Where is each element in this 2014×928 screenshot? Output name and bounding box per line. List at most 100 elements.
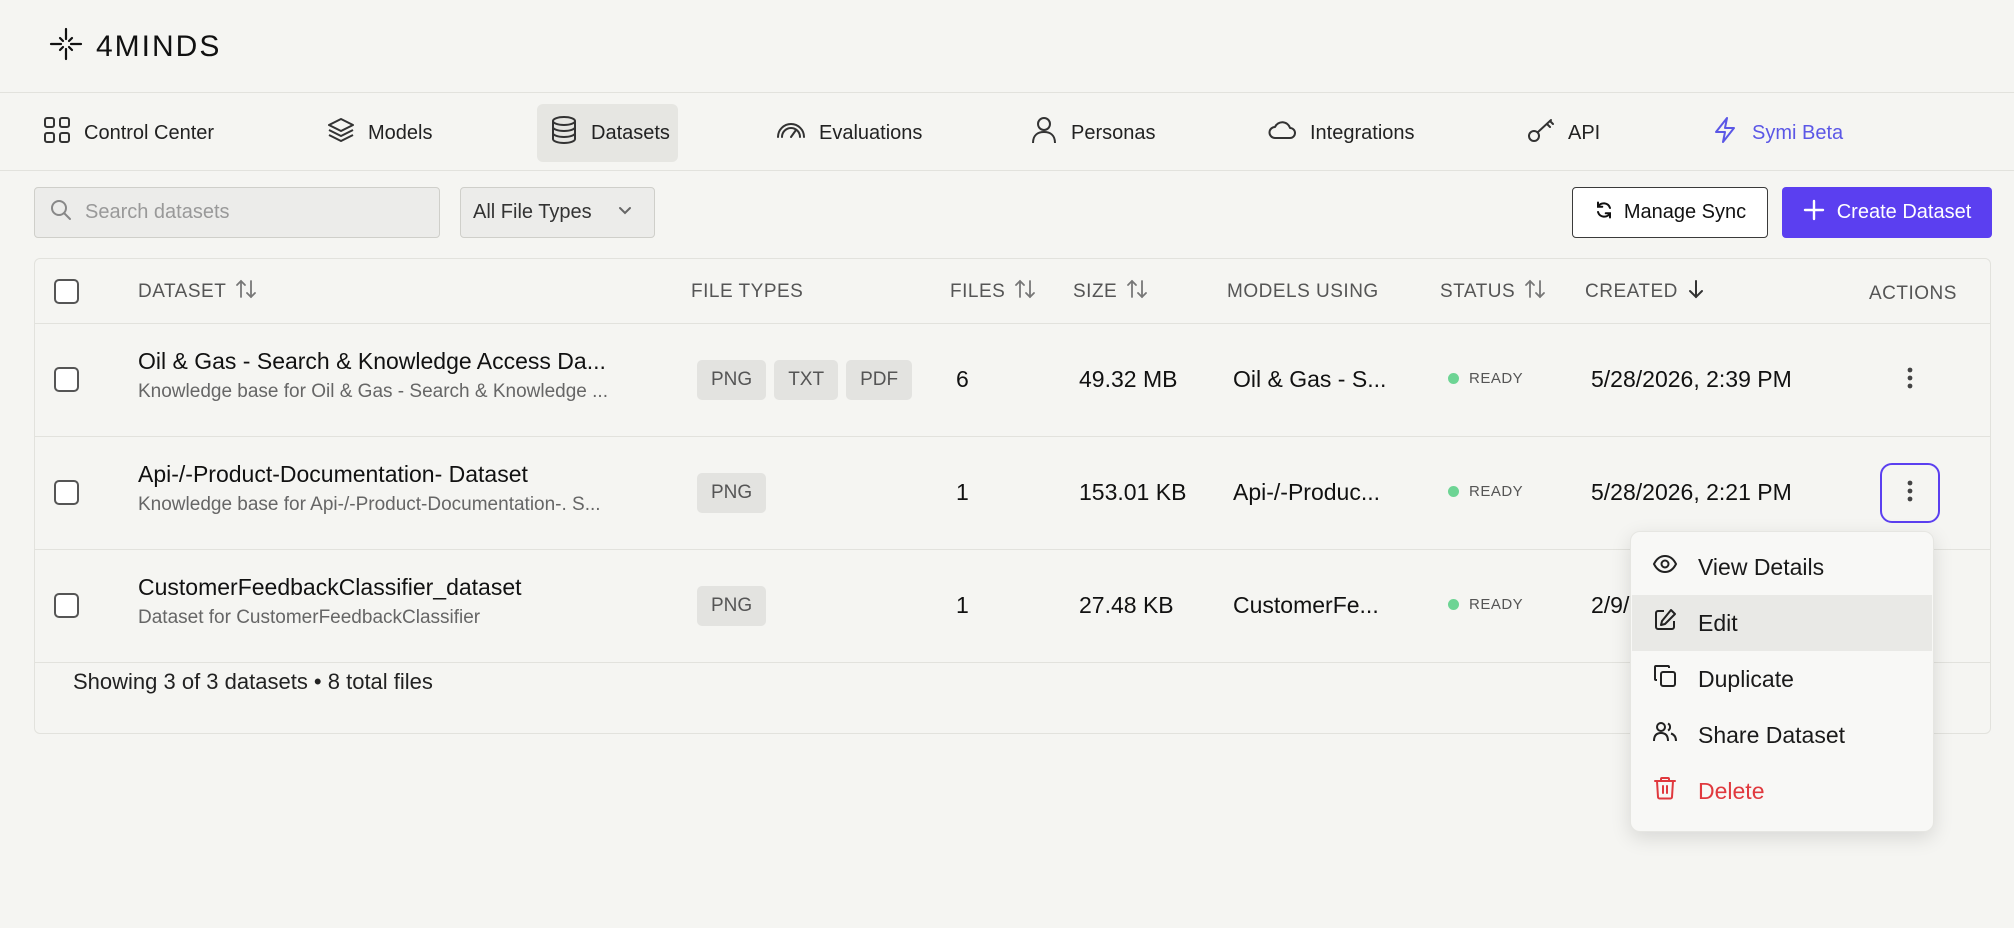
row-actions-menu: View Details Edit Duplicate Share Datase… <box>1630 531 1934 832</box>
lightning-icon <box>1710 115 1740 151</box>
search-input[interactable] <box>85 201 425 224</box>
manage-sync-button[interactable]: Manage Sync <box>1572 187 1768 238</box>
logo[interactable]: 4MINDS <box>48 26 221 67</box>
column-header-created[interactable]: CREATED <box>1585 259 1706 324</box>
file-type-select[interactable]: All File Types <box>460 187 655 238</box>
menu-item-label: Edit <box>1698 609 1738 636</box>
plus-icon <box>1803 199 1825 227</box>
nav-item-models[interactable]: Models <box>314 104 444 162</box>
nav-label: Integrations <box>1310 121 1415 144</box>
menu-item-edit[interactable]: Edit <box>1632 595 1932 651</box>
sparkle-logo-icon <box>48 26 84 67</box>
select-all-checkbox[interactable] <box>54 279 79 304</box>
column-header-label: STATUS <box>1440 280 1516 302</box>
sort-icon <box>1523 278 1547 306</box>
grid-icon <box>42 115 72 151</box>
database-icon <box>549 115 579 151</box>
column-header-models-using: MODELS USING <box>1227 259 1379 324</box>
nav-label: Personas <box>1071 121 1156 144</box>
created-date: 5/28/2026, 2:21 PM <box>1591 479 1792 505</box>
logo-text: 4MINDS <box>96 29 222 63</box>
status-text: READY <box>1469 483 1524 500</box>
table-footer-summary: Showing 3 of 3 datasets • 8 total files <box>73 669 433 694</box>
dataset-description: Knowledge base for Api-/-Product-Documen… <box>138 494 601 515</box>
column-header-label: MODELS USING <box>1227 280 1379 302</box>
column-header-label: DATASET <box>138 280 227 302</box>
file-type-select-value: All File Types <box>473 201 592 223</box>
files-count: 1 <box>956 479 969 505</box>
created-date: 2/9/ <box>1591 592 1630 618</box>
created-date: 5/28/2026, 2:39 PM <box>1591 366 1792 392</box>
menu-item-label: Delete <box>1698 777 1765 804</box>
nav-item-personas[interactable]: Personas <box>1017 104 1168 162</box>
menu-item-duplicate[interactable]: Duplicate <box>1632 651 1932 707</box>
nav-item-integrations[interactable]: Integrations <box>1254 104 1427 162</box>
layers-icon <box>326 115 356 151</box>
table-header: DATASET FILE TYPES FILES SIZE MODELS USI… <box>35 259 1990 324</box>
dataset-name[interactable]: Api-/-Product-Documentation- Dataset <box>138 461 528 488</box>
menu-item-view-details[interactable]: View Details <box>1632 539 1932 595</box>
files-count: 1 <box>956 592 969 618</box>
column-header-file-types: FILE TYPES <box>691 259 803 324</box>
eye-icon <box>1652 551 1678 583</box>
chevron-down-icon <box>616 201 634 225</box>
menu-item-delete[interactable]: Delete <box>1632 763 1932 819</box>
dataset-cell[interactable]: Oil & Gas - Search & Knowledge Access Da… <box>138 348 608 403</box>
row-checkbox[interactable] <box>54 367 79 392</box>
nav-item-datasets[interactable]: Datasets <box>537 104 678 162</box>
file-types-cell: PNG <box>697 586 774 626</box>
menu-item-label: Share Dataset <box>1698 721 1846 748</box>
column-header-dataset[interactable]: DATASET <box>138 259 258 324</box>
status-text: READY <box>1469 596 1524 613</box>
nav-label: API <box>1568 121 1601 144</box>
row-actions-button[interactable] <box>1880 463 1940 523</box>
key-icon <box>1526 115 1556 151</box>
dataset-cell[interactable]: Api-/-Product-Documentation- Dataset Kno… <box>138 461 601 516</box>
gauge-icon <box>775 115 807 151</box>
table-row[interactable]: Oil & Gas - Search & Knowledge Access Da… <box>35 324 1990 437</box>
dataset-size: 49.32 MB <box>1079 366 1178 392</box>
edit-icon <box>1652 607 1678 639</box>
models-using[interactable]: Oil & Gas - S... <box>1233 366 1386 393</box>
file-type-tag: PDF <box>846 360 913 400</box>
models-using[interactable]: CustomerFe... <box>1233 592 1379 619</box>
row-checkbox[interactable] <box>54 593 79 618</box>
dataset-description: Knowledge base for Oil & Gas - Search & … <box>138 381 608 402</box>
nav-label: Datasets <box>591 121 670 144</box>
dataset-name[interactable]: CustomerFeedbackClassifier_dataset <box>138 574 522 601</box>
nav-label: Evaluations <box>819 121 923 144</box>
status-badge: READY <box>1448 370 1523 387</box>
row-checkbox[interactable] <box>54 480 79 505</box>
column-header-status[interactable]: STATUS <box>1440 259 1547 324</box>
dataset-cell[interactable]: CustomerFeedbackClassifier_dataset Datas… <box>138 574 522 629</box>
nav-item-control-center[interactable]: Control Center <box>30 104 226 162</box>
status-text: READY <box>1469 370 1524 387</box>
sort-icon <box>1125 278 1149 306</box>
sort-icon <box>234 278 258 306</box>
file-type-tag: PNG <box>697 586 767 626</box>
nav-label: Symi Beta <box>1752 121 1844 144</box>
cloud-icon <box>1266 115 1298 151</box>
menu-item-label: View Details <box>1698 553 1825 580</box>
file-type-tag: PNG <box>697 360 767 400</box>
dataset-name[interactable]: Oil & Gas - Search & Knowledge Access Da… <box>138 348 606 375</box>
arrow-down-icon <box>1686 278 1706 306</box>
column-header-actions: ACTIONS <box>1869 261 1957 326</box>
column-header-size[interactable]: SIZE <box>1073 259 1149 324</box>
menu-item-share-dataset[interactable]: Share Dataset <box>1632 707 1932 763</box>
column-header-label: ACTIONS <box>1869 282 1957 304</box>
nav-item-symi-beta[interactable]: Symi Beta <box>1698 104 1855 162</box>
column-header-label: CREATED <box>1585 280 1678 302</box>
copy-icon <box>1652 663 1678 695</box>
nav-item-api[interactable]: API <box>1514 104 1612 162</box>
column-header-files[interactable]: FILES <box>950 259 1037 324</box>
create-dataset-button[interactable]: Create Dataset <box>1782 187 1992 238</box>
search-box[interactable] <box>34 187 440 238</box>
nav-item-evaluations[interactable]: Evaluations <box>763 104 934 162</box>
models-using[interactable]: Api-/-Produc... <box>1233 479 1380 506</box>
status-dot <box>1448 373 1459 384</box>
more-vertical-icon <box>1907 480 1913 507</box>
column-header-label: SIZE <box>1073 280 1118 302</box>
sort-icon <box>1013 278 1037 306</box>
row-actions-button[interactable] <box>1880 350 1940 410</box>
